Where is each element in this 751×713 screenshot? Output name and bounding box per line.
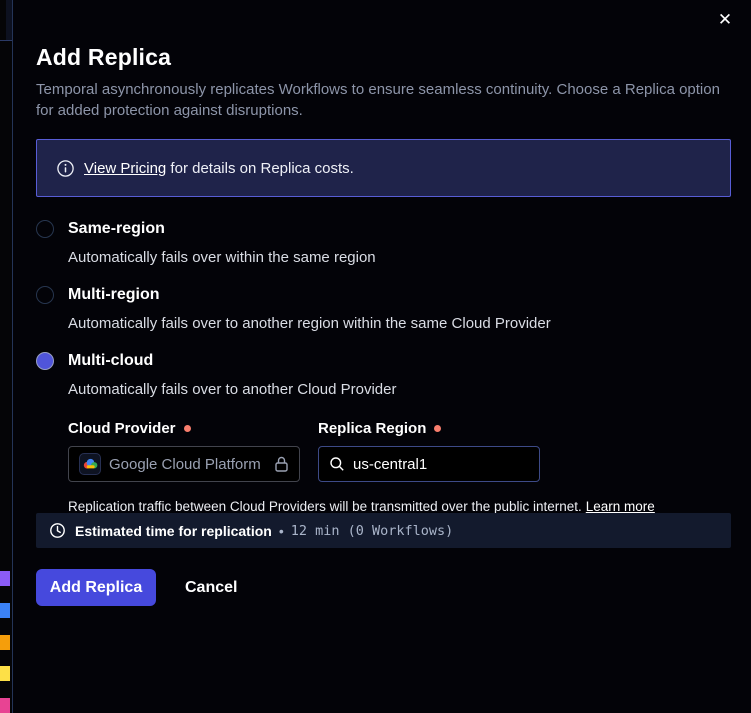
cloud-provider-select: Google Cloud Platform (68, 446, 300, 482)
sidebar-color-stripe (0, 603, 10, 618)
option-texts: Same-region Automatically fails over wit… (68, 219, 376, 268)
add-replica-button[interactable]: Add Replica (36, 569, 156, 606)
background-page-edge (0, 0, 13, 713)
estimate-banner: Estimated time for replication • 12 min … (36, 513, 731, 548)
estimate-value: 12 min (0 Workflows) (291, 523, 454, 539)
option-description-same-region: Automatically fails over within the same… (68, 248, 376, 268)
cloud-provider-label-text: Cloud Provider (68, 420, 176, 437)
public-internet-note: Replication traffic between Cloud Provid… (68, 499, 655, 514)
sidebar-color-stripe (0, 698, 10, 713)
cloud-provider-group: Cloud Provider (68, 420, 300, 482)
option-description-multi-cloud: Automatically fails over to another Clou… (68, 380, 655, 400)
multi-cloud-form: Cloud Provider (68, 420, 655, 482)
google-cloud-logo-icon (79, 453, 101, 475)
replica-region-group: Replica Region (318, 420, 540, 482)
sidebar-color-stripe (0, 571, 10, 586)
modal-title: Add Replica (36, 44, 731, 71)
option-label-multi-cloud[interactable]: Multi-cloud (68, 351, 655, 371)
option-label-same-region[interactable]: Same-region (68, 219, 376, 239)
modal-actions: Add Replica Cancel (36, 569, 237, 606)
replica-region-input[interactable] (353, 456, 529, 473)
radio-option-multi-region: Multi-region Automatically fails over to… (36, 285, 731, 334)
info-icon (57, 160, 74, 177)
search-icon (329, 456, 345, 472)
sidebar-color-stripe (0, 635, 10, 650)
close-button[interactable]: ✕ (713, 8, 737, 32)
cloud-provider-label: Cloud Provider (68, 420, 300, 437)
pricing-banner-text: View Pricing for details on Replica cost… (84, 160, 354, 177)
replica-region-label: Replica Region (318, 420, 540, 437)
modal-description: Temporal asynchronously replicates Workf… (36, 79, 728, 121)
radio-option-same-region: Same-region Automatically fails over wit… (36, 219, 731, 268)
option-texts: Multi-cloud Automatically fails over to … (68, 351, 655, 514)
required-dot (184, 425, 191, 432)
cancel-button[interactable]: Cancel (185, 579, 237, 597)
clock-icon (49, 522, 66, 539)
required-dot (434, 425, 441, 432)
option-description-multi-region: Automatically fails over to another regi… (68, 314, 551, 334)
option-texts: Multi-region Automatically fails over to… (68, 285, 551, 334)
sidebar-color-stripe (0, 666, 10, 681)
cloud-provider-value: Google Cloud Platform (109, 456, 274, 473)
learn-more-link[interactable]: Learn more (586, 499, 655, 514)
note-text: Replication traffic between Cloud Provid… (68, 499, 582, 514)
estimate-separator: • (279, 523, 284, 539)
option-label-multi-region[interactable]: Multi-region (68, 285, 551, 305)
radio-multi-region[interactable] (36, 286, 54, 304)
radio-option-multi-cloud: Multi-cloud Automatically fails over to … (36, 351, 731, 514)
replica-region-field[interactable] (318, 446, 540, 482)
add-replica-modal: ✕ Add Replica Temporal asynchronously re… (13, 0, 751, 713)
pricing-banner-suffix: for details on Replica costs. (166, 160, 354, 177)
page-background: ✕ Add Replica Temporal asynchronously re… (0, 0, 751, 713)
replica-option-group: Same-region Automatically fails over wit… (36, 219, 731, 514)
lock-icon (274, 456, 289, 473)
radio-multi-cloud[interactable] (36, 352, 54, 370)
radio-same-region[interactable] (36, 220, 54, 238)
pricing-banner: View Pricing for details on Replica cost… (36, 139, 731, 197)
estimate-label: Estimated time for replication (75, 523, 272, 539)
view-pricing-link[interactable]: View Pricing (84, 160, 166, 177)
replica-region-label-text: Replica Region (318, 420, 426, 437)
